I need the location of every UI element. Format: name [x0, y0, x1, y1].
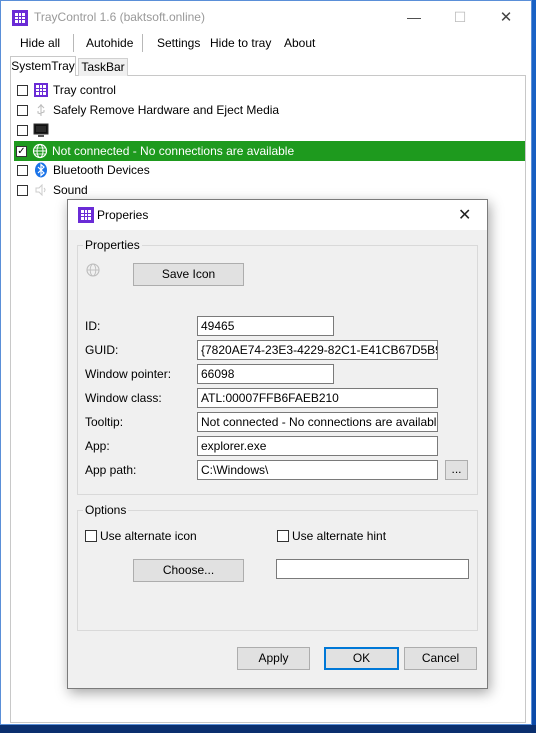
traycontrol-app-icon	[12, 10, 28, 26]
window-pointer-label: Window pointer:	[85, 367, 172, 381]
app-field[interactable]: explorer.exe	[197, 436, 438, 456]
tab-systemtray[interactable]: SystemTray	[10, 56, 76, 76]
menu-about[interactable]: About	[284, 36, 315, 50]
window-class-field[interactable]: ATL:00007FFB6FAEB210	[197, 388, 438, 408]
ok-button[interactable]: OK	[324, 647, 399, 670]
use-alternate-hint-label: Use alternate hint	[292, 529, 387, 543]
guid-field[interactable]: {7820AE74-23E3-4229-82C1-E41CB67D5B9C}	[197, 340, 438, 360]
options-group-title: Options	[83, 503, 129, 517]
close-button[interactable]: ✕	[483, 1, 529, 33]
dialog-close-icon[interactable]: ✕	[458, 205, 471, 225]
network-globe-icon	[32, 143, 48, 159]
dialog-title: Properies	[97, 208, 149, 222]
speaker-icon	[33, 182, 49, 198]
tray-item-checkbox[interactable]	[17, 105, 28, 116]
properties-dialog: Properies ✕ Properties Save Icon ID: 494…	[67, 199, 488, 689]
tooltip-label: Tooltip:	[85, 415, 124, 429]
alternate-hint-input[interactable]	[276, 559, 469, 579]
window-title: TrayControl 1.6 (baktsoft.online)	[34, 10, 205, 24]
dialog-title-bar[interactable]: Properies ✕	[68, 200, 487, 230]
properties-group-title: Properties	[83, 238, 142, 252]
app-path-field[interactable]: C:\Windows\	[197, 460, 438, 480]
use-alternate-icon-checkbox[interactable]	[85, 530, 97, 542]
tray-item-label: Sound	[53, 183, 88, 197]
tab-taskbar[interactable]: TaskBar	[78, 58, 128, 76]
use-alternate-icon-label: Use alternate icon	[100, 529, 197, 543]
tray-item-row[interactable]: Bluetooth Devices	[15, 161, 525, 179]
menu-hide-to-tray[interactable]: Hide to tray	[210, 36, 271, 50]
tooltip-field[interactable]: Not connected - No connections are avail…	[197, 412, 438, 432]
window-class-label: Window class:	[85, 391, 162, 405]
guid-label: GUID:	[85, 343, 119, 357]
tray-item-checkbox[interactable]	[17, 85, 28, 96]
use-alternate-hint-checkbox[interactable]	[277, 530, 289, 542]
maximize-button[interactable]: ☐	[437, 1, 483, 33]
traycontrol-icon	[33, 82, 49, 98]
menu-separator	[142, 34, 143, 52]
bluetooth-icon	[33, 162, 49, 178]
usb-icon	[33, 102, 49, 118]
save-icon-button[interactable]: Save Icon	[133, 263, 244, 286]
browse-button[interactable]: ...	[445, 460, 468, 480]
monitor-icon	[33, 122, 49, 138]
id-label: ID:	[85, 319, 101, 333]
traycontrol-app-icon	[78, 207, 94, 223]
tray-item-checkbox[interactable]	[17, 165, 28, 176]
menu-bar: Hide all Autohide Settings Hide to tray …	[1, 32, 531, 56]
id-field[interactable]: 49465	[197, 316, 334, 336]
tray-item-label: Not connected - No connections are avail…	[52, 144, 295, 158]
network-globe-icon	[85, 262, 101, 278]
tray-item-row[interactable]: Sound	[15, 181, 525, 199]
tray-item-checkbox[interactable]: ✓	[16, 146, 27, 157]
app-label: App:	[85, 439, 110, 453]
tray-item-row[interactable]	[15, 121, 525, 139]
cancel-button[interactable]: Cancel	[404, 647, 477, 670]
apply-button[interactable]: Apply	[237, 647, 310, 670]
app-path-label: App path:	[85, 463, 137, 477]
menu-autohide[interactable]: Autohide	[86, 36, 133, 50]
tray-item-checkbox[interactable]	[17, 125, 28, 136]
tray-item-label: Bluetooth Devices	[53, 163, 150, 177]
choose-button[interactable]: Choose...	[133, 559, 244, 582]
tray-item-row[interactable]: Tray control	[15, 81, 525, 99]
tray-item-label: Tray control	[53, 83, 116, 97]
menu-separator	[73, 34, 74, 52]
tray-item-row-selected[interactable]: ✓ Not connected - No connections are ava…	[14, 141, 525, 161]
tray-item-checkbox[interactable]	[17, 185, 28, 196]
desktop-background	[0, 725, 536, 733]
menu-settings[interactable]: Settings	[157, 36, 200, 50]
tray-item-row[interactable]: Safely Remove Hardware and Eject Media	[15, 101, 525, 119]
window-pointer-field[interactable]: 66098	[197, 364, 334, 384]
minimize-button[interactable]: —	[391, 1, 437, 33]
tray-item-label: Safely Remove Hardware and Eject Media	[53, 103, 280, 117]
title-bar[interactable]: TrayControl 1.6 (baktsoft.online) — ☐ ✕	[1, 1, 531, 33]
menu-hide-all[interactable]: Hide all	[20, 36, 60, 50]
